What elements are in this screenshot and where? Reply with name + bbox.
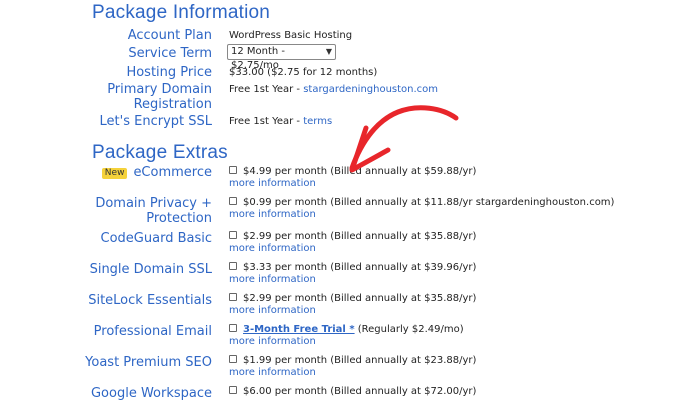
more-info-link[interactable]: more information bbox=[229, 209, 316, 221]
domain-link[interactable]: stargardeninghouston.com bbox=[303, 84, 438, 95]
package-extras-title: Package Extras bbox=[92, 142, 228, 163]
single-domain-ssl-checkbox[interactable] bbox=[229, 262, 237, 270]
extra-label-text: eCommerce bbox=[133, 165, 212, 180]
more-info-link[interactable]: more information bbox=[229, 336, 316, 348]
more-info-link[interactable]: more information bbox=[229, 178, 316, 190]
extra-price-text: $0.99 per month (Billed annually at $11.… bbox=[243, 197, 615, 208]
hosting-price-label: Hosting Price bbox=[126, 65, 212, 80]
domain-registration-label-line2: Registration bbox=[133, 97, 212, 112]
extra-label-google-workspace: Google Workspace bbox=[90, 386, 212, 401]
more-info-link[interactable]: more information bbox=[229, 367, 316, 379]
package-information-title: Package Information bbox=[92, 2, 271, 23]
extra-label-sitelock: SiteLock Essentials bbox=[88, 293, 212, 308]
extra-label-domain-privacy: Domain Privacy + Protection bbox=[12, 196, 212, 226]
domain-privacy-checkbox[interactable] bbox=[229, 197, 237, 205]
extra-price-text: $2.99 per month (Billed annually at $35.… bbox=[243, 293, 477, 304]
terms-link[interactable]: terms bbox=[303, 116, 332, 127]
ecommerce-checkbox[interactable] bbox=[229, 166, 237, 174]
new-badge: New bbox=[101, 168, 128, 179]
extra-price-professional-email: 3-Month Free Trial * (Regularly $2.49/mo… bbox=[229, 323, 464, 337]
account-plan-value: WordPress Basic Hosting bbox=[229, 30, 353, 41]
account-plan-label: Account Plan bbox=[127, 28, 212, 43]
ssl-label: Let's Encrypt SSL bbox=[99, 114, 212, 129]
chevron-down-icon: ▼ bbox=[325, 47, 332, 56]
extra-price-codeguard: $2.99 per month (Billed annually at $35.… bbox=[229, 230, 476, 244]
extra-label-codeguard: CodeGuard Basic bbox=[100, 231, 212, 246]
arrow-head bbox=[349, 125, 391, 173]
domain-registration-label-line1: Primary Domain bbox=[107, 82, 212, 97]
domain-registration-prefix: Free 1st Year - bbox=[229, 84, 304, 95]
codeguard-checkbox[interactable] bbox=[229, 231, 237, 239]
extra-price-google-workspace: $6.00 per month (Billed annually at $72.… bbox=[229, 385, 476, 399]
extra-price-text: $4.99 per month (Billed annually at $59.… bbox=[243, 166, 477, 177]
extra-price-text: $2.99 per month (Billed annually at $35.… bbox=[243, 231, 477, 242]
extra-price-text: (Regularly $2.49/mo) bbox=[354, 324, 464, 335]
extra-label-ecommerce: New eCommerce bbox=[2, 165, 212, 180]
ssl-value: Free 1st Year - terms bbox=[229, 115, 332, 129]
more-info-link[interactable]: more information bbox=[229, 243, 316, 255]
hosting-price-value: $33.00 ($2.75 for 12 months) bbox=[229, 67, 378, 78]
extra-price-yoast: $1.99 per month (Billed annually at $23.… bbox=[229, 354, 476, 368]
google-workspace-checkbox[interactable] bbox=[229, 386, 237, 394]
extra-price-text: $3.33 per month (Billed annually at $39.… bbox=[243, 262, 477, 273]
arrow-shaft bbox=[349, 105, 459, 171]
extra-price-ecommerce: $4.99 per month (Billed annually at $59.… bbox=[229, 165, 476, 179]
extra-price-single-domain-ssl: $3.33 per month (Billed annually at $39.… bbox=[229, 261, 476, 275]
ssl-prefix: Free 1st Year - bbox=[229, 116, 304, 127]
extra-price-domain-privacy: $0.99 per month (Billed annually at $11.… bbox=[229, 196, 614, 210]
extra-label-yoast: Yoast Premium SEO bbox=[85, 355, 212, 370]
extra-price-sitelock: $2.99 per month (Billed annually at $35.… bbox=[229, 292, 476, 306]
page: Package Information Account Plan WordPre… bbox=[0, 0, 680, 401]
yoast-checkbox[interactable] bbox=[229, 355, 237, 363]
extra-label-line1: Domain Privacy + bbox=[95, 196, 212, 211]
domain-registration-label: Primary Domain Registration bbox=[12, 82, 212, 112]
extra-label-professional-email: Professional Email bbox=[93, 324, 212, 339]
service-term-label: Service Term bbox=[128, 46, 212, 61]
more-info-link[interactable]: more information bbox=[229, 274, 316, 286]
more-info-link[interactable]: more information bbox=[229, 305, 316, 317]
extra-price-text: $1.99 per month (Billed annually at $23.… bbox=[243, 355, 477, 366]
free-trial-link[interactable]: 3-Month Free Trial * bbox=[243, 324, 355, 335]
service-term-select[interactable]: 12 Month - $2.75/mo ▼ bbox=[227, 44, 336, 71]
professional-email-checkbox[interactable] bbox=[229, 324, 237, 332]
extra-label-line2: Protection bbox=[146, 211, 212, 226]
extra-price-text: $6.00 per month (Billed annually at $72.… bbox=[243, 386, 477, 397]
sitelock-checkbox[interactable] bbox=[229, 293, 237, 301]
extra-label-single-domain-ssl: Single Domain SSL bbox=[89, 262, 212, 277]
domain-registration-value: Free 1st Year - stargardeninghouston.com bbox=[229, 83, 438, 97]
